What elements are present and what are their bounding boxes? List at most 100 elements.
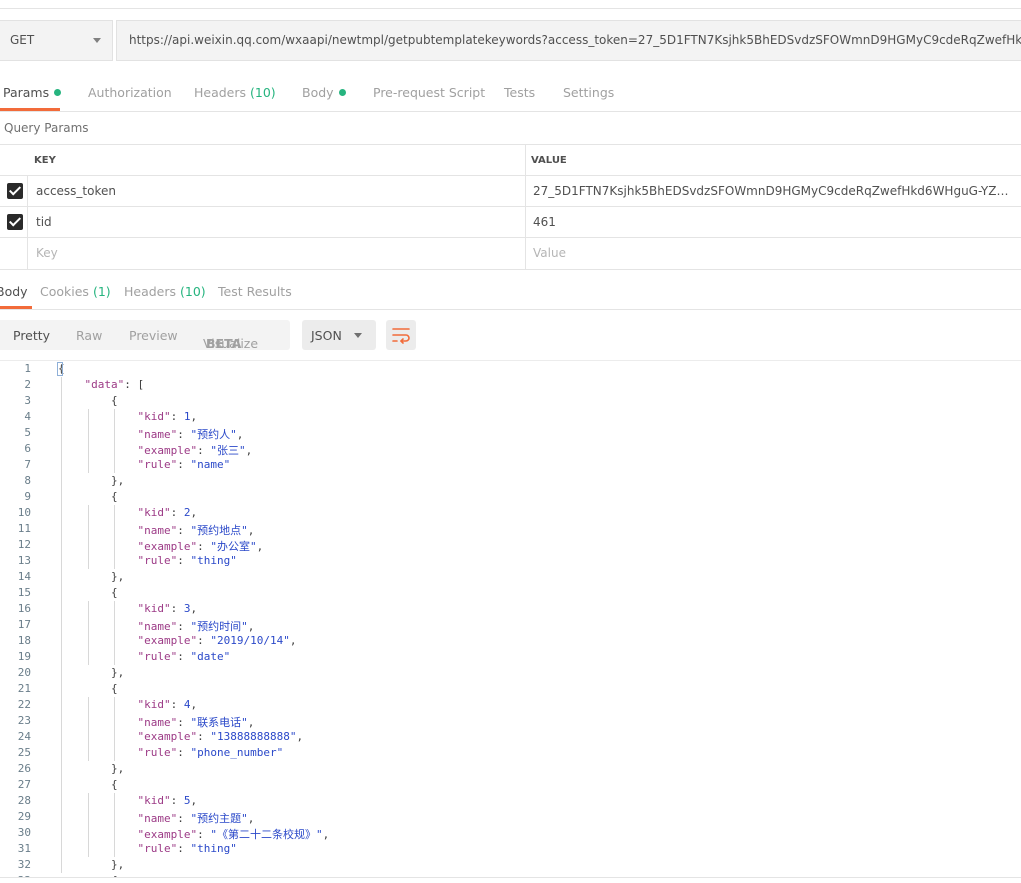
line-number: 32: [17, 858, 31, 871]
line-number: 20: [17, 666, 31, 679]
indent-guide: [61, 377, 62, 873]
line-number: 22: [17, 698, 31, 711]
code-text: {: [58, 778, 118, 791]
code-text: "rule": "phone_number": [137, 746, 284, 759]
code-line: 29 "name": "预约主题",: [0, 809, 1021, 825]
param-value[interactable]: 461: [533, 215, 1013, 229]
indent-guide: [114, 697, 115, 761]
line-number: 30: [17, 826, 31, 839]
tab-params[interactable]: Params: [3, 85, 62, 100]
code-line: 16 "kid": 3,: [0, 601, 1021, 617]
code-line: 21 {: [0, 681, 1021, 697]
line-number: 25: [17, 746, 31, 759]
view-raw-button[interactable]: Raw: [76, 328, 102, 343]
response-body-editor[interactable]: 1{2 "data": [3 {4 "kid": 1, 5 "name": "预约…: [0, 360, 1021, 877]
table-row-new: Key Value: [0, 237, 1021, 270]
tab-tests[interactable]: Tests: [504, 85, 535, 100]
code-line: 15 {: [0, 585, 1021, 601]
view-pretty-button[interactable]: Pretty: [13, 328, 50, 343]
param-key[interactable]: access_token: [36, 184, 116, 198]
column-divider: [525, 145, 526, 176]
tab-cookies[interactable]: Cookies (1): [40, 284, 111, 299]
indent-guide: [88, 505, 89, 569]
code-line: 9 {: [0, 489, 1021, 505]
indent-guide: [88, 697, 89, 761]
code-text: },: [58, 474, 125, 487]
cookies-count: (1): [92, 284, 111, 299]
method-label: GET: [10, 33, 35, 47]
line-number: 5: [24, 426, 31, 439]
code-text: "rule": "date": [137, 650, 231, 663]
line-number: 13: [17, 554, 31, 567]
tab-authorization[interactable]: Authorization: [88, 85, 172, 100]
code-text: "name": "预约人",: [137, 428, 244, 441]
column-divider: [27, 238, 28, 269]
indent-guide: [114, 793, 115, 857]
code-line: 28 "kid": 5,: [0, 793, 1021, 809]
code-text: "example": "2019/10/14",: [137, 634, 297, 647]
request-tabs: Params Authorization Headers (10) Body P…: [0, 73, 1021, 112]
code-line: 18 "example": "2019/10/14",: [0, 633, 1021, 649]
code-text: "kid": 3,: [137, 602, 198, 615]
line-number: 1: [24, 362, 31, 375]
url-input[interactable]: https://api.weixin.qq.com/wxaapi/newtmpl…: [116, 20, 1021, 61]
code-text: {: [58, 394, 118, 407]
tab-settings[interactable]: Settings: [563, 85, 614, 100]
line-number: 27: [17, 778, 31, 791]
key-placeholder[interactable]: Key: [36, 246, 58, 260]
method-select[interactable]: GET: [0, 20, 113, 61]
code-text: },: [58, 762, 125, 775]
query-params-title: Query Params: [4, 121, 89, 135]
line-number: 6: [24, 442, 31, 455]
code-line: 11 "name": "预约地点",: [0, 521, 1021, 537]
code-text: "kid": 1,: [137, 410, 198, 423]
line-number: 12: [17, 538, 31, 551]
code-line: 23 "name": "联系电话",: [0, 713, 1021, 729]
tab-pre-request-script[interactable]: Pre-request Script: [373, 85, 485, 100]
wrap-lines-button[interactable]: [386, 320, 416, 350]
param-value[interactable]: 27_5D1FTN7Ksjhk5BhEDSvdzSFOWmnD9HGMyC9cd…: [533, 184, 1013, 198]
code-text: "rule": "name": [137, 458, 231, 471]
tab-body[interactable]: Body: [302, 85, 346, 100]
line-number: 14: [17, 570, 31, 583]
indent-guide: [88, 793, 89, 857]
bracket-match-highlight: [57, 362, 63, 376]
code-line: 8 },: [0, 473, 1021, 489]
format-select[interactable]: JSON: [302, 320, 376, 350]
response-headers-count: (10): [180, 284, 206, 299]
code-line: 25 "rule": "phone_number": [0, 745, 1021, 761]
indent-guide: [114, 601, 115, 665]
param-checkbox[interactable]: [7, 214, 23, 230]
tab-test-results[interactable]: Test Results: [218, 284, 292, 299]
line-number: 17: [17, 618, 31, 631]
code-line: 10 "kid": 2,: [0, 505, 1021, 521]
beta-badge: BETA: [206, 336, 242, 351]
view-preview-button[interactable]: Preview: [129, 328, 178, 343]
column-divider: [525, 207, 526, 238]
line-number: 26: [17, 762, 31, 775]
line-number: 28: [17, 794, 31, 807]
tab-response-headers[interactable]: Headers (10): [124, 284, 206, 299]
param-key[interactable]: tid: [36, 215, 52, 229]
code-line: 17 "name": "预约时间",: [0, 617, 1021, 633]
line-number: 9: [24, 490, 31, 503]
line-number: 21: [17, 682, 31, 695]
column-divider: [525, 238, 526, 269]
code-line: 3 {: [0, 393, 1021, 409]
view-mode-bar: Pretty Raw Preview Visualize BETA JSON: [0, 320, 1021, 351]
code-line: 6 "example": "张三",: [0, 441, 1021, 457]
code-text: "data": [: [84, 378, 145, 391]
tab-headers[interactable]: Headers (10): [194, 85, 276, 100]
code-line: 12 "example": "办公室",: [0, 537, 1021, 553]
indent-guide: [114, 409, 115, 473]
code-text: "kid": 5,: [137, 794, 198, 807]
tab-response-body[interactable]: Body: [0, 284, 28, 299]
code-text: "rule": "thing": [137, 554, 237, 567]
param-checkbox[interactable]: [7, 183, 23, 199]
line-number: 3: [24, 394, 31, 407]
code-text: "kid": 2,: [137, 506, 198, 519]
tab-cookies-label: Cookies: [40, 284, 89, 299]
value-placeholder[interactable]: Value: [533, 246, 566, 260]
tab-response-headers-label: Headers: [124, 284, 177, 299]
value-column-header: VALUE: [531, 155, 567, 166]
